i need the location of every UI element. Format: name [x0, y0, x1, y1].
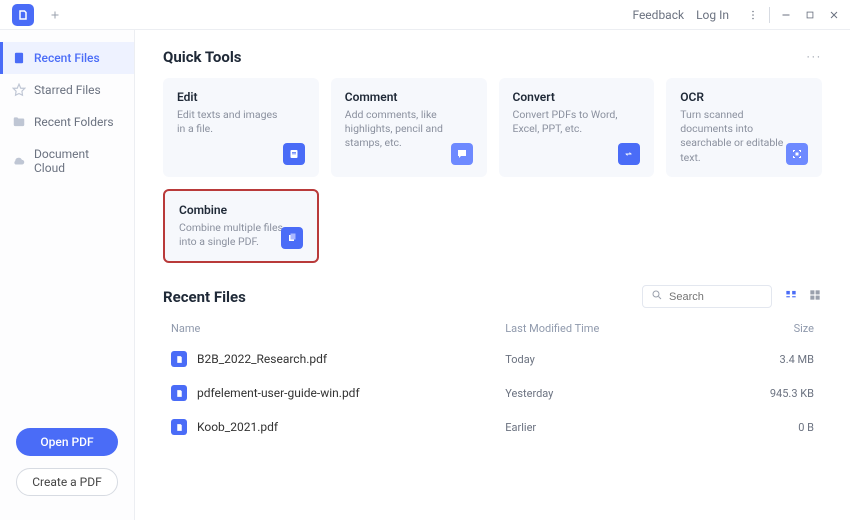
- view-toggle: [784, 288, 822, 305]
- tool-desc: Combine multiple files into a single PDF…: [179, 221, 284, 249]
- edit-icon: [283, 143, 305, 165]
- tool-title: Comment: [345, 90, 473, 104]
- window-controls: [741, 5, 846, 25]
- feedback-link[interactable]: Feedback: [632, 8, 684, 22]
- tool-comment[interactable]: Comment Add comments, like highlights, p…: [331, 78, 487, 177]
- file-size: 3.4 MB: [744, 353, 814, 366]
- recent-files-heading: Recent Files: [163, 288, 246, 306]
- file-time: Earlier: [505, 421, 744, 434]
- sidebar-item-starred-files[interactable]: Starred Files: [0, 74, 134, 106]
- ocr-icon: [786, 143, 808, 165]
- sidebar-item-recent-files[interactable]: Recent Files: [0, 42, 134, 74]
- new-tab-button[interactable]: [46, 6, 64, 24]
- pdf-file-icon: [171, 351, 187, 367]
- view-grid-icon[interactable]: [808, 288, 822, 305]
- pdf-file-icon: [171, 419, 187, 435]
- star-icon: [12, 83, 26, 97]
- convert-icon: [618, 143, 640, 165]
- tool-convert[interactable]: Convert Convert PDFs to Word, Excel, PPT…: [499, 78, 655, 177]
- search-box[interactable]: [642, 285, 772, 308]
- search-icon: [651, 289, 663, 304]
- comment-icon: [451, 143, 473, 165]
- login-link[interactable]: Log In: [696, 8, 729, 22]
- file-name: Koob_2021.pdf: [197, 420, 278, 434]
- file-name: B2B_2022_Research.pdf: [197, 352, 327, 366]
- file-size: 945.3 KB: [744, 387, 814, 400]
- create-pdf-button[interactable]: Create a PDF: [16, 468, 118, 496]
- col-time: Last Modified Time: [505, 322, 744, 335]
- titlebar: Feedback Log In: [0, 0, 850, 30]
- tool-title: Edit: [177, 90, 305, 104]
- search-input[interactable]: [669, 291, 763, 303]
- file-time: Today: [505, 353, 744, 366]
- combine-icon: [281, 227, 303, 249]
- tool-desc: Edit texts and images in a file.: [177, 108, 282, 136]
- sidebar-item-label: Recent Folders: [34, 115, 114, 129]
- folder-icon: [12, 115, 26, 129]
- file-size: 0 B: [744, 421, 814, 434]
- file-row[interactable]: pdfelement-user-guide-win.pdf Yesterday …: [163, 376, 822, 410]
- tool-desc: Add comments, like highlights, pencil an…: [345, 108, 450, 151]
- file-time: Yesterday: [505, 387, 744, 400]
- open-pdf-button[interactable]: Open PDF: [16, 428, 118, 456]
- more-icon[interactable]: ···: [807, 50, 822, 64]
- file-row[interactable]: B2B_2022_Research.pdf Today 3.4 MB: [163, 342, 822, 376]
- close-button[interactable]: [822, 5, 846, 25]
- kebab-menu-icon[interactable]: [741, 5, 765, 25]
- sidebar: Recent Files Starred Files Recent Folder…: [0, 30, 135, 520]
- cloud-icon: [12, 154, 26, 168]
- minimize-button[interactable]: [774, 5, 798, 25]
- sidebar-item-label: Document Cloud: [34, 147, 122, 175]
- col-name: Name: [171, 322, 505, 335]
- file-name: pdfelement-user-guide-win.pdf: [197, 386, 360, 400]
- tool-title: Convert: [513, 90, 641, 104]
- view-list-icon[interactable]: [784, 288, 798, 305]
- tool-desc: Turn scanned documents into searchable o…: [680, 108, 785, 165]
- quick-tools-heading: Quick Tools: [163, 48, 242, 66]
- quick-tools-grid: Edit Edit texts and images in a file. Co…: [163, 78, 822, 263]
- sidebar-item-recent-folders[interactable]: Recent Folders: [0, 106, 134, 138]
- file-table-header: Name Last Modified Time Size: [163, 316, 822, 342]
- tool-title: Combine: [179, 203, 303, 217]
- tool-desc: Convert PDFs to Word, Excel, PPT, etc.: [513, 108, 618, 136]
- sidebar-item-label: Recent Files: [34, 51, 100, 65]
- maximize-button[interactable]: [798, 5, 822, 25]
- file-row[interactable]: Koob_2021.pdf Earlier 0 B: [163, 410, 822, 444]
- col-size: Size: [744, 322, 814, 335]
- sidebar-item-label: Starred Files: [34, 83, 101, 97]
- file-icon: [12, 51, 26, 65]
- app-logo: [12, 4, 34, 26]
- main-content: Quick Tools ··· Edit Edit texts and imag…: [135, 30, 850, 520]
- pdf-file-icon: [171, 385, 187, 401]
- tool-edit[interactable]: Edit Edit texts and images in a file.: [163, 78, 319, 177]
- sidebar-item-document-cloud[interactable]: Document Cloud: [0, 138, 134, 184]
- tool-combine[interactable]: Combine Combine multiple files into a si…: [163, 189, 319, 263]
- tool-ocr[interactable]: OCR Turn scanned documents into searchab…: [666, 78, 822, 177]
- tool-title: OCR: [680, 90, 808, 104]
